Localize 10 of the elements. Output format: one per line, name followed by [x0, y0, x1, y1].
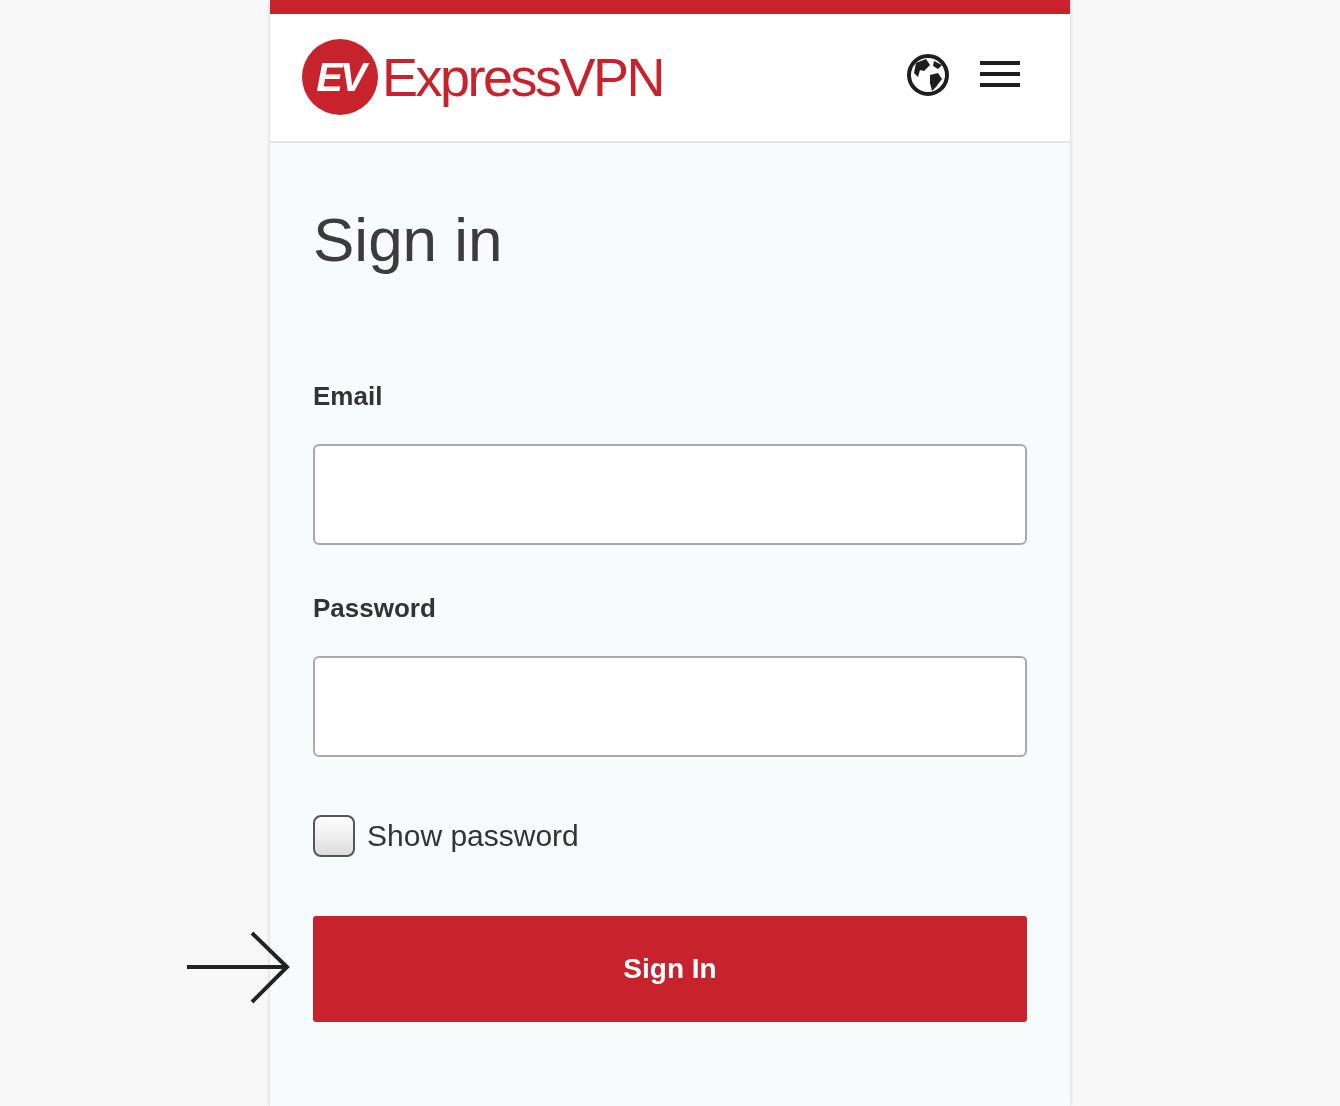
menu-icon[interactable] [980, 59, 1020, 88]
globe-icon[interactable] [906, 52, 950, 97]
checkbox-label: Show password [367, 818, 579, 854]
input-field[interactable] [313, 444, 1027, 545]
show-password-checkbox[interactable] [313, 814, 355, 857]
field-label: Password [313, 592, 436, 625]
field-label: Email [313, 380, 383, 413]
brand-logo[interactable]: EV ExpressVPN [302, 38, 664, 115]
sign-in-button[interactable]: Sign In [313, 916, 1027, 1022]
input-field[interactable] [313, 656, 1027, 757]
